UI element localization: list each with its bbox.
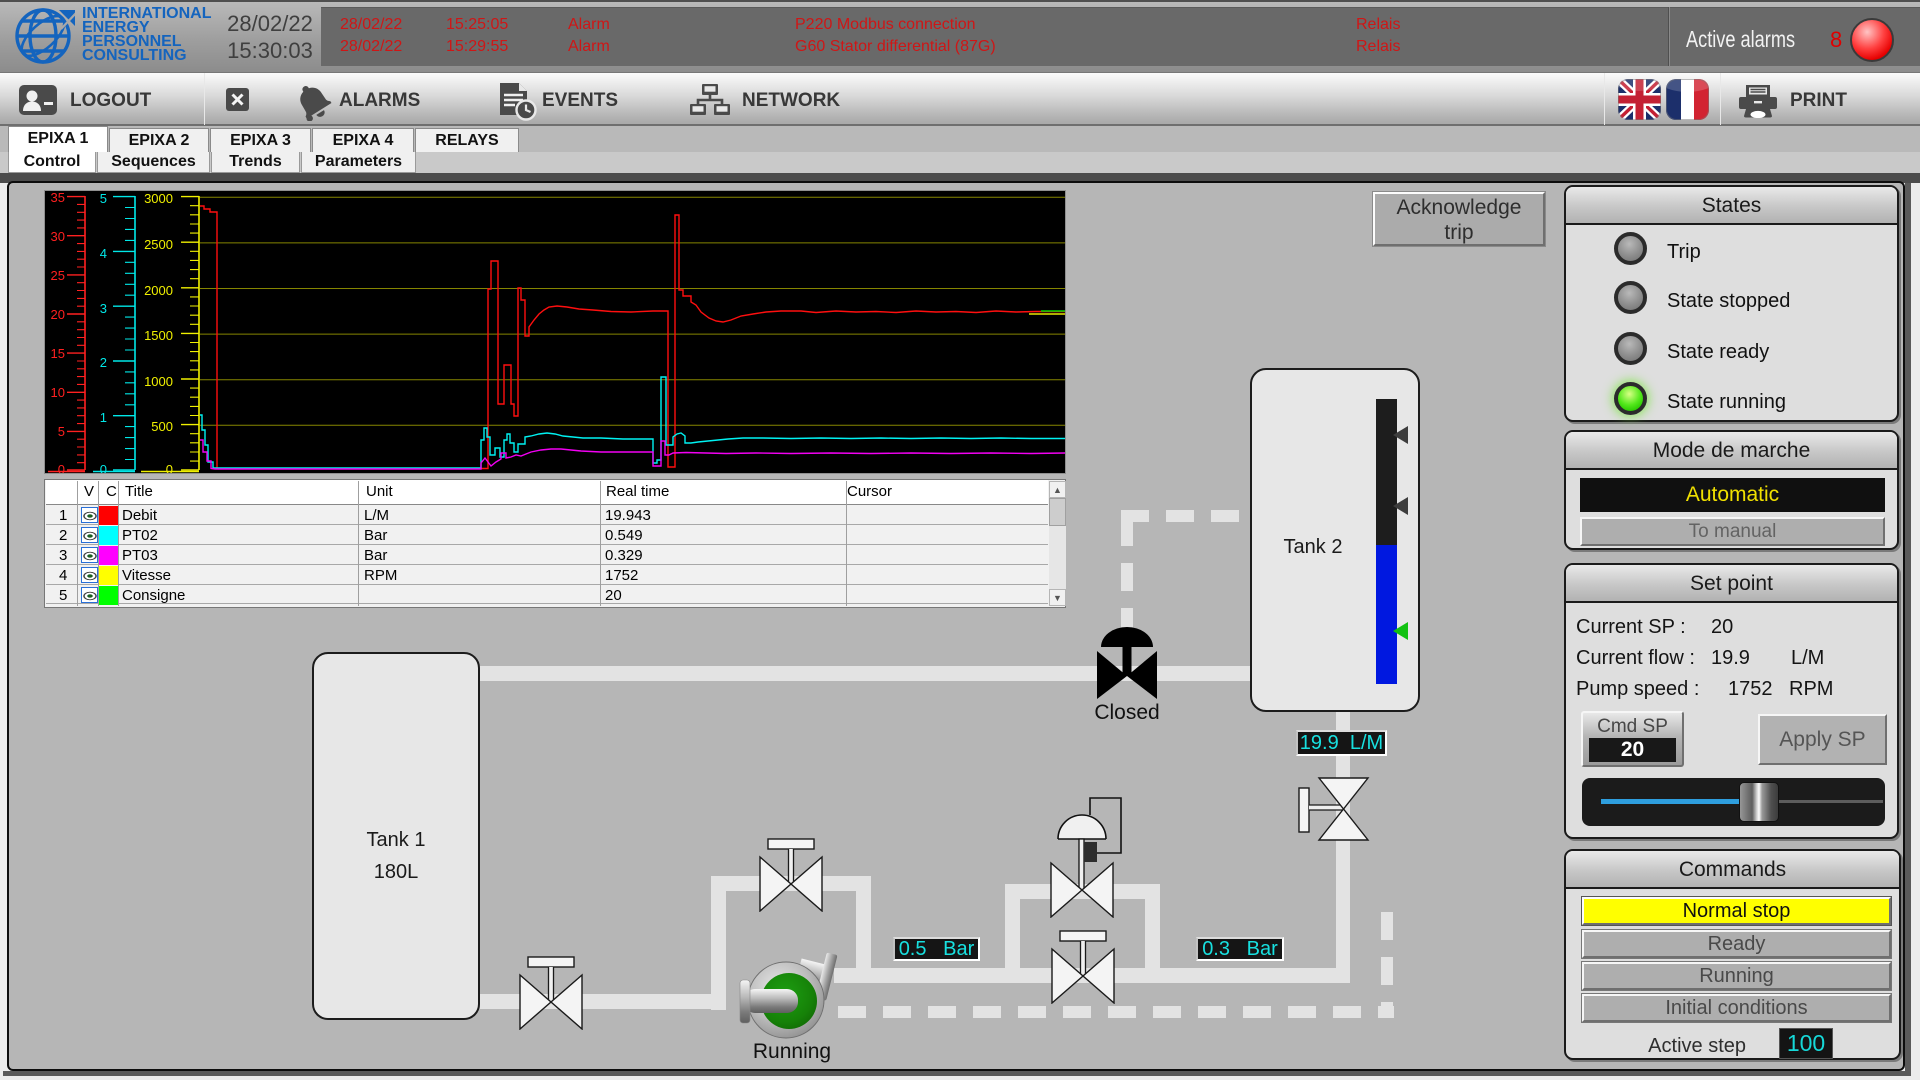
svg-text:35: 35 — [51, 191, 65, 205]
svg-text:1: 1 — [100, 410, 107, 425]
svg-text:2: 2 — [100, 355, 107, 370]
svg-text:1500: 1500 — [144, 328, 173, 343]
svg-text:15: 15 — [51, 346, 65, 361]
svg-text:20: 20 — [51, 307, 65, 322]
svg-text:2500: 2500 — [144, 237, 173, 252]
svg-text:0: 0 — [58, 462, 65, 473]
svg-text:0: 0 — [166, 462, 173, 473]
svg-text:1000: 1000 — [144, 374, 173, 389]
svg-text:5: 5 — [58, 424, 65, 439]
svg-text:10: 10 — [51, 385, 65, 400]
svg-text:0: 0 — [100, 462, 107, 473]
svg-text:25: 25 — [51, 268, 65, 283]
svg-text:3000: 3000 — [144, 191, 173, 206]
svg-text:500: 500 — [151, 419, 173, 434]
svg-text:30: 30 — [51, 229, 65, 244]
svg-text:4: 4 — [100, 246, 107, 261]
svg-text:3: 3 — [100, 301, 107, 316]
svg-text:5: 5 — [100, 191, 107, 206]
svg-text:2000: 2000 — [144, 283, 173, 298]
